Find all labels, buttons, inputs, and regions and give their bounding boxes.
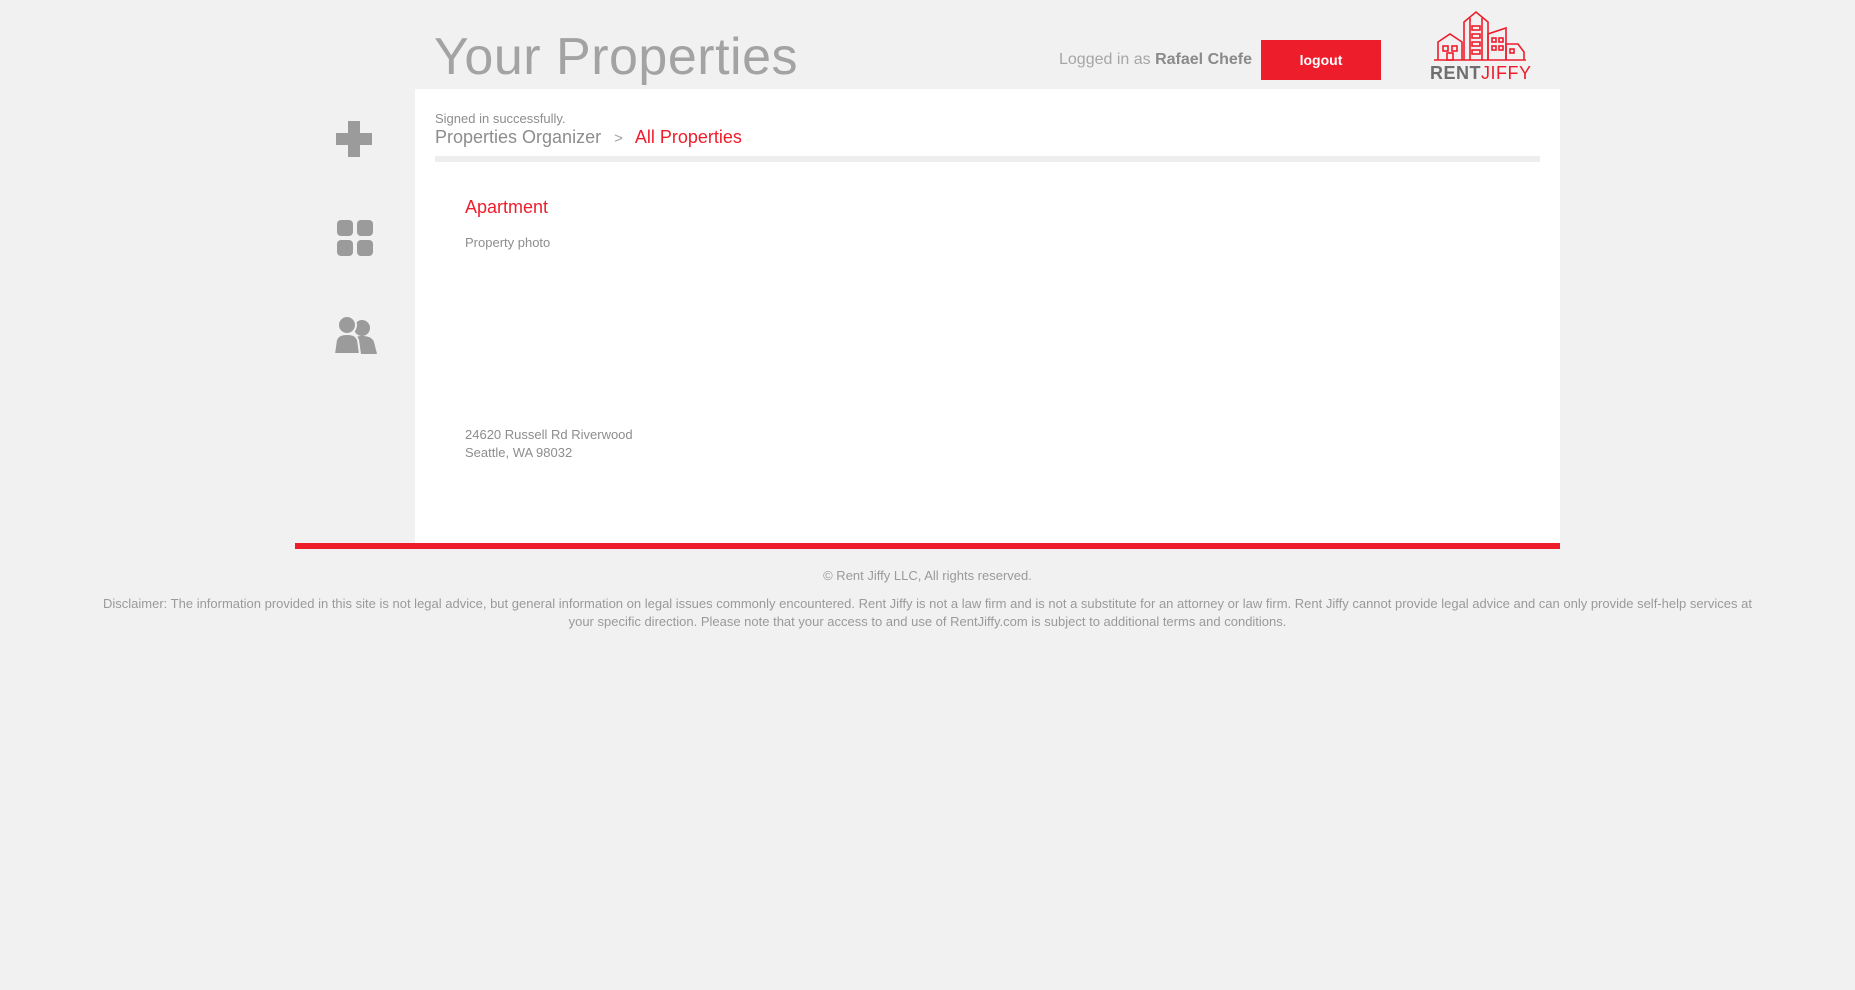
user-name: Rafael Chefe: [1155, 51, 1253, 68]
address-line-1: 24620 Russell Rd Riverwood: [465, 427, 633, 442]
footer-divider: [295, 543, 1560, 549]
login-status: Logged in as Rafael Chefe: [1059, 48, 1252, 72]
breadcrumb-separator: >: [614, 130, 623, 147]
page-title: Your Properties: [434, 28, 799, 86]
grid-icon: [337, 220, 373, 256]
all-properties-button[interactable]: [333, 216, 377, 260]
address-line-2: Seattle, WA 98032: [465, 445, 573, 460]
main-panel: Signed in successfully. Properties Organ…: [415, 89, 1560, 543]
logo-text-rent: RENT: [1430, 63, 1481, 83]
copyright: © Rent Jiffy LLC, All rights reserved.: [823, 568, 1032, 583]
divider: [435, 156, 1540, 162]
disclaimer: Disclaimer: The information provided in …: [103, 596, 1752, 629]
logout-button[interactable]: logout: [1261, 40, 1381, 80]
property-type-link[interactable]: Apartment: [465, 197, 548, 218]
logo-text-jiffy: JIFFY: [1481, 63, 1532, 83]
logo-text: RENTJIFFY: [1430, 62, 1532, 84]
rentjiffy-logo[interactable]: RENTJIFFY: [1428, 8, 1532, 84]
breadcrumb-all-properties[interactable]: All Properties: [635, 127, 742, 147]
property-address: 24620 Russell Rd Riverwood Seattle, WA 9…: [465, 426, 633, 462]
buildings-logo-icon: [1434, 10, 1526, 61]
users-icon: [332, 315, 377, 355]
breadcrumb: Properties Organizer > All Properties: [435, 125, 742, 151]
plus-icon: [336, 121, 372, 157]
page: Your Properties Logged in as Rafael Chef…: [0, 0, 1855, 990]
flash-message: Signed in successfully.: [435, 111, 566, 126]
breadcrumb-properties-organizer[interactable]: Properties Organizer: [435, 127, 601, 147]
property-photo[interactable]: Property photo: [465, 235, 550, 250]
tenants-button[interactable]: [332, 314, 377, 358]
add-property-button[interactable]: [332, 117, 376, 161]
logged-in-label: Logged in as: [1059, 51, 1151, 68]
